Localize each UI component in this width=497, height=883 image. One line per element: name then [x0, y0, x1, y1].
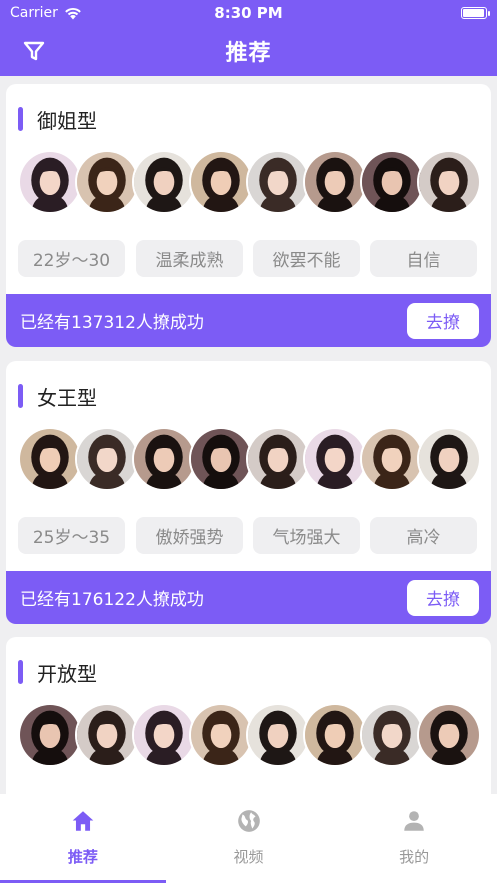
avatar-photo — [20, 705, 80, 765]
avatar[interactable] — [360, 703, 424, 767]
avatar-photo — [134, 429, 194, 489]
person-icon — [404, 811, 424, 831]
avatar-photo — [191, 429, 251, 489]
tag: 气场强大 — [253, 517, 360, 554]
avatar-photo — [362, 429, 422, 489]
avatar-photo — [362, 705, 422, 765]
home-icon — [72, 811, 94, 831]
avatar[interactable] — [18, 703, 82, 767]
avatar[interactable] — [18, 150, 82, 214]
title-accent-bar — [18, 107, 23, 131]
title-accent-bar — [18, 384, 23, 408]
nav-bar: 推荐 — [0, 26, 497, 76]
title-accent-bar — [18, 660, 23, 684]
avatar[interactable] — [360, 150, 424, 214]
success-count-text: 已经有176122人撩成功 — [20, 590, 204, 610]
tag: 自信 — [370, 240, 477, 277]
card-footer: 已经有137312人撩成功 去撩 — [6, 294, 491, 347]
card-title: 开放型 — [37, 661, 97, 686]
tag: 22岁～30 — [18, 240, 125, 277]
avatar[interactable] — [360, 427, 424, 491]
avatar-photo — [419, 705, 479, 765]
avatar-photo — [134, 705, 194, 765]
avatar-photo — [77, 429, 137, 489]
filter-icon[interactable] — [22, 39, 46, 63]
card-header: 御姐型 — [18, 104, 97, 134]
avatar[interactable] — [246, 150, 310, 214]
go-flirt-button[interactable]: 去撩 — [407, 302, 479, 339]
avatar[interactable] — [132, 150, 196, 214]
avatar[interactable] — [189, 150, 253, 214]
tag: 高冷 — [370, 517, 477, 554]
avatar-row — [18, 150, 484, 218]
avatar-photo — [419, 429, 479, 489]
avatar[interactable] — [75, 150, 139, 214]
tag-row: 25岁～35 傲娇强势 气场强大 高冷 — [18, 517, 483, 555]
card-title: 女王型 — [37, 385, 97, 410]
avatar[interactable] — [189, 703, 253, 767]
avatar-photo — [305, 429, 365, 489]
avatar-photo — [20, 152, 80, 212]
battery-fill — [463, 9, 484, 17]
type-card: 开放型 — [6, 637, 491, 794]
avatar[interactable] — [303, 703, 367, 767]
avatar[interactable] — [189, 427, 253, 491]
carrier-label: Carrier — [10, 5, 58, 21]
success-count-text: 已经有137312人撩成功 — [20, 313, 204, 333]
avatar[interactable] — [417, 703, 481, 767]
avatar-photo — [191, 152, 251, 212]
card-header: 开放型 — [18, 657, 97, 687]
avatar[interactable] — [417, 150, 481, 214]
avatar-photo — [77, 705, 137, 765]
tab-label: 视频 — [233, 848, 264, 866]
avatar[interactable] — [132, 427, 196, 491]
avatar-photo — [77, 152, 137, 212]
type-card: 女王型 25岁～35 傲娇强势 气场强大 高冷 已经有176122人撩成功 去撩 — [6, 361, 491, 624]
avatar-row — [18, 427, 484, 495]
card-title: 御姐型 — [37, 108, 97, 133]
avatar-row — [18, 703, 484, 771]
avatar[interactable] — [303, 150, 367, 214]
tag: 温柔成熟 — [136, 240, 243, 277]
avatar[interactable] — [303, 427, 367, 491]
wifi-icon — [65, 7, 81, 19]
avatar-photo — [134, 152, 194, 212]
tag-row: 22岁～30 温柔成熟 欲罢不能 自信 — [18, 240, 483, 278]
avatar[interactable] — [417, 427, 481, 491]
globe-icon — [237, 810, 260, 832]
avatar-photo — [305, 152, 365, 212]
avatar-photo — [248, 152, 308, 212]
tag: 欲罢不能 — [253, 240, 360, 277]
status-bar: Carrier 8:30 PM — [0, 0, 497, 26]
avatar-photo — [248, 705, 308, 765]
avatar-photo — [362, 152, 422, 212]
tag: 25岁～35 — [18, 517, 125, 554]
page-title: 推荐 — [225, 41, 272, 66]
avatar[interactable] — [132, 703, 196, 767]
avatar-photo — [20, 429, 80, 489]
recommend-list[interactable]: 御姐型 22岁～30 温柔成熟 欲罢不能 自信 已经有137312人撩成功 去撩… — [0, 76, 497, 794]
go-flirt-button[interactable]: 去撩 — [407, 579, 479, 616]
avatar-photo — [248, 429, 308, 489]
tab-bar: 推荐 视频 我的 — [0, 794, 497, 883]
avatar-photo — [191, 705, 251, 765]
avatar[interactable] — [18, 427, 82, 491]
tag: 傲娇强势 — [136, 517, 243, 554]
card-header: 女王型 — [18, 381, 97, 411]
tab-mine[interactable]: 我的 — [331, 794, 497, 883]
tab-label: 我的 — [399, 848, 430, 866]
avatar[interactable] — [246, 703, 310, 767]
battery-icon — [461, 7, 490, 19]
tab-label: 推荐 — [67, 848, 98, 866]
avatar-photo — [419, 152, 479, 212]
tab-video[interactable]: 视频 — [166, 794, 332, 883]
avatar[interactable] — [246, 427, 310, 491]
avatar[interactable] — [75, 703, 139, 767]
card-footer: 已经有176122人撩成功 去撩 — [6, 571, 491, 624]
avatar[interactable] — [75, 427, 139, 491]
avatar-photo — [305, 705, 365, 765]
status-left: Carrier — [10, 5, 82, 21]
tab-recommend[interactable]: 推荐 — [0, 794, 166, 883]
type-card: 御姐型 22岁～30 温柔成熟 欲罢不能 自信 已经有137312人撩成功 去撩 — [6, 84, 491, 347]
